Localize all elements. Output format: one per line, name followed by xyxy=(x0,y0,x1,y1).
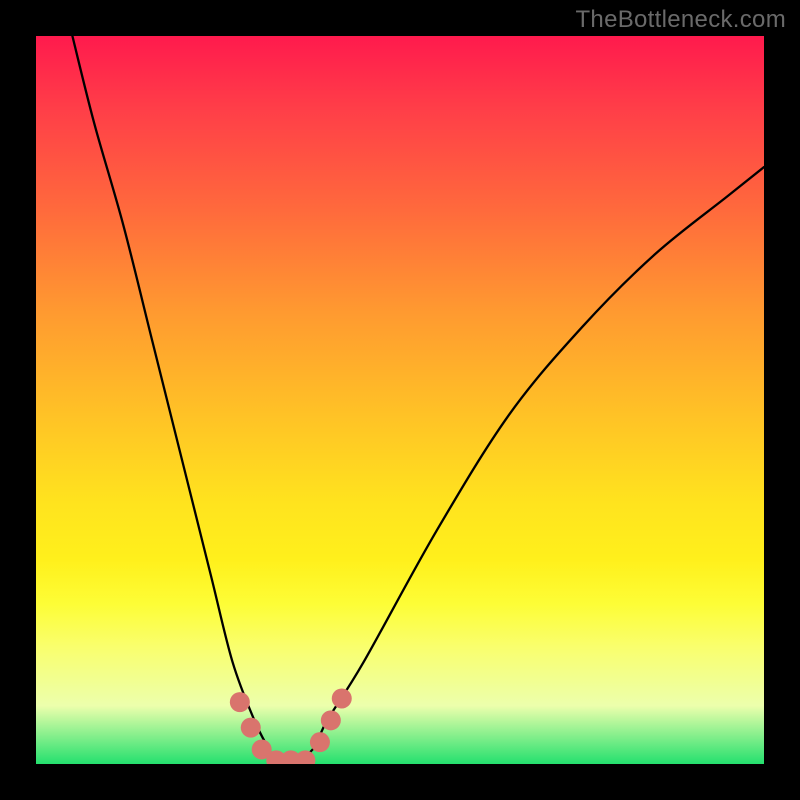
curve-marker xyxy=(310,732,330,752)
curve-marker xyxy=(321,710,341,730)
curve-marker xyxy=(241,718,261,738)
chart-frame: TheBottleneck.com xyxy=(0,0,800,800)
curve-marker xyxy=(295,750,315,764)
curve-marker xyxy=(230,692,250,712)
plot-area xyxy=(36,36,764,764)
bottleneck-curve xyxy=(72,36,764,764)
chart-svg xyxy=(36,36,764,764)
curve-marker xyxy=(332,688,352,708)
watermark-text: TheBottleneck.com xyxy=(575,6,786,34)
curve-markers xyxy=(230,688,352,764)
